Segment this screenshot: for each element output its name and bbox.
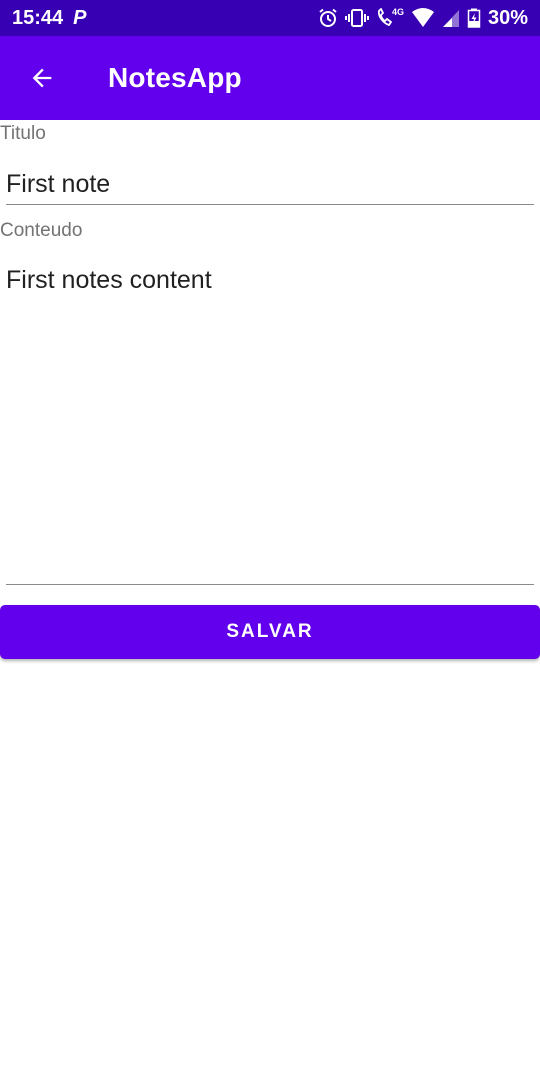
content-input[interactable]: First notes content (6, 258, 534, 585)
title-input[interactable] (6, 164, 534, 205)
status-right: 4G 30% (318, 7, 528, 30)
content-label: Conteudo (0, 220, 83, 241)
battery-percent: 30% (487, 6, 528, 29)
vibrate-icon (344, 8, 369, 28)
volte-call-icon: 4G (376, 8, 404, 28)
network-label: 4G (391, 7, 404, 17)
alarm-icon (318, 8, 338, 28)
p-icon: P (73, 6, 87, 29)
status-bar: 15:44 P 4G 30% (0, 0, 540, 36)
status-time: 15:44 (12, 6, 64, 29)
status-left: 15:44 P (12, 7, 87, 30)
app-bar: NotesApp (0, 36, 540, 120)
back-button[interactable] (14, 50, 70, 106)
arrow-back-icon (32, 68, 52, 88)
app-title: NotesApp (108, 62, 242, 93)
cell-signal-icon (442, 8, 460, 28)
battery-charging-icon (467, 8, 481, 28)
title-label: Titulo (0, 123, 46, 144)
wifi-icon (411, 8, 435, 28)
save-button[interactable]: SALVAR (0, 605, 540, 659)
